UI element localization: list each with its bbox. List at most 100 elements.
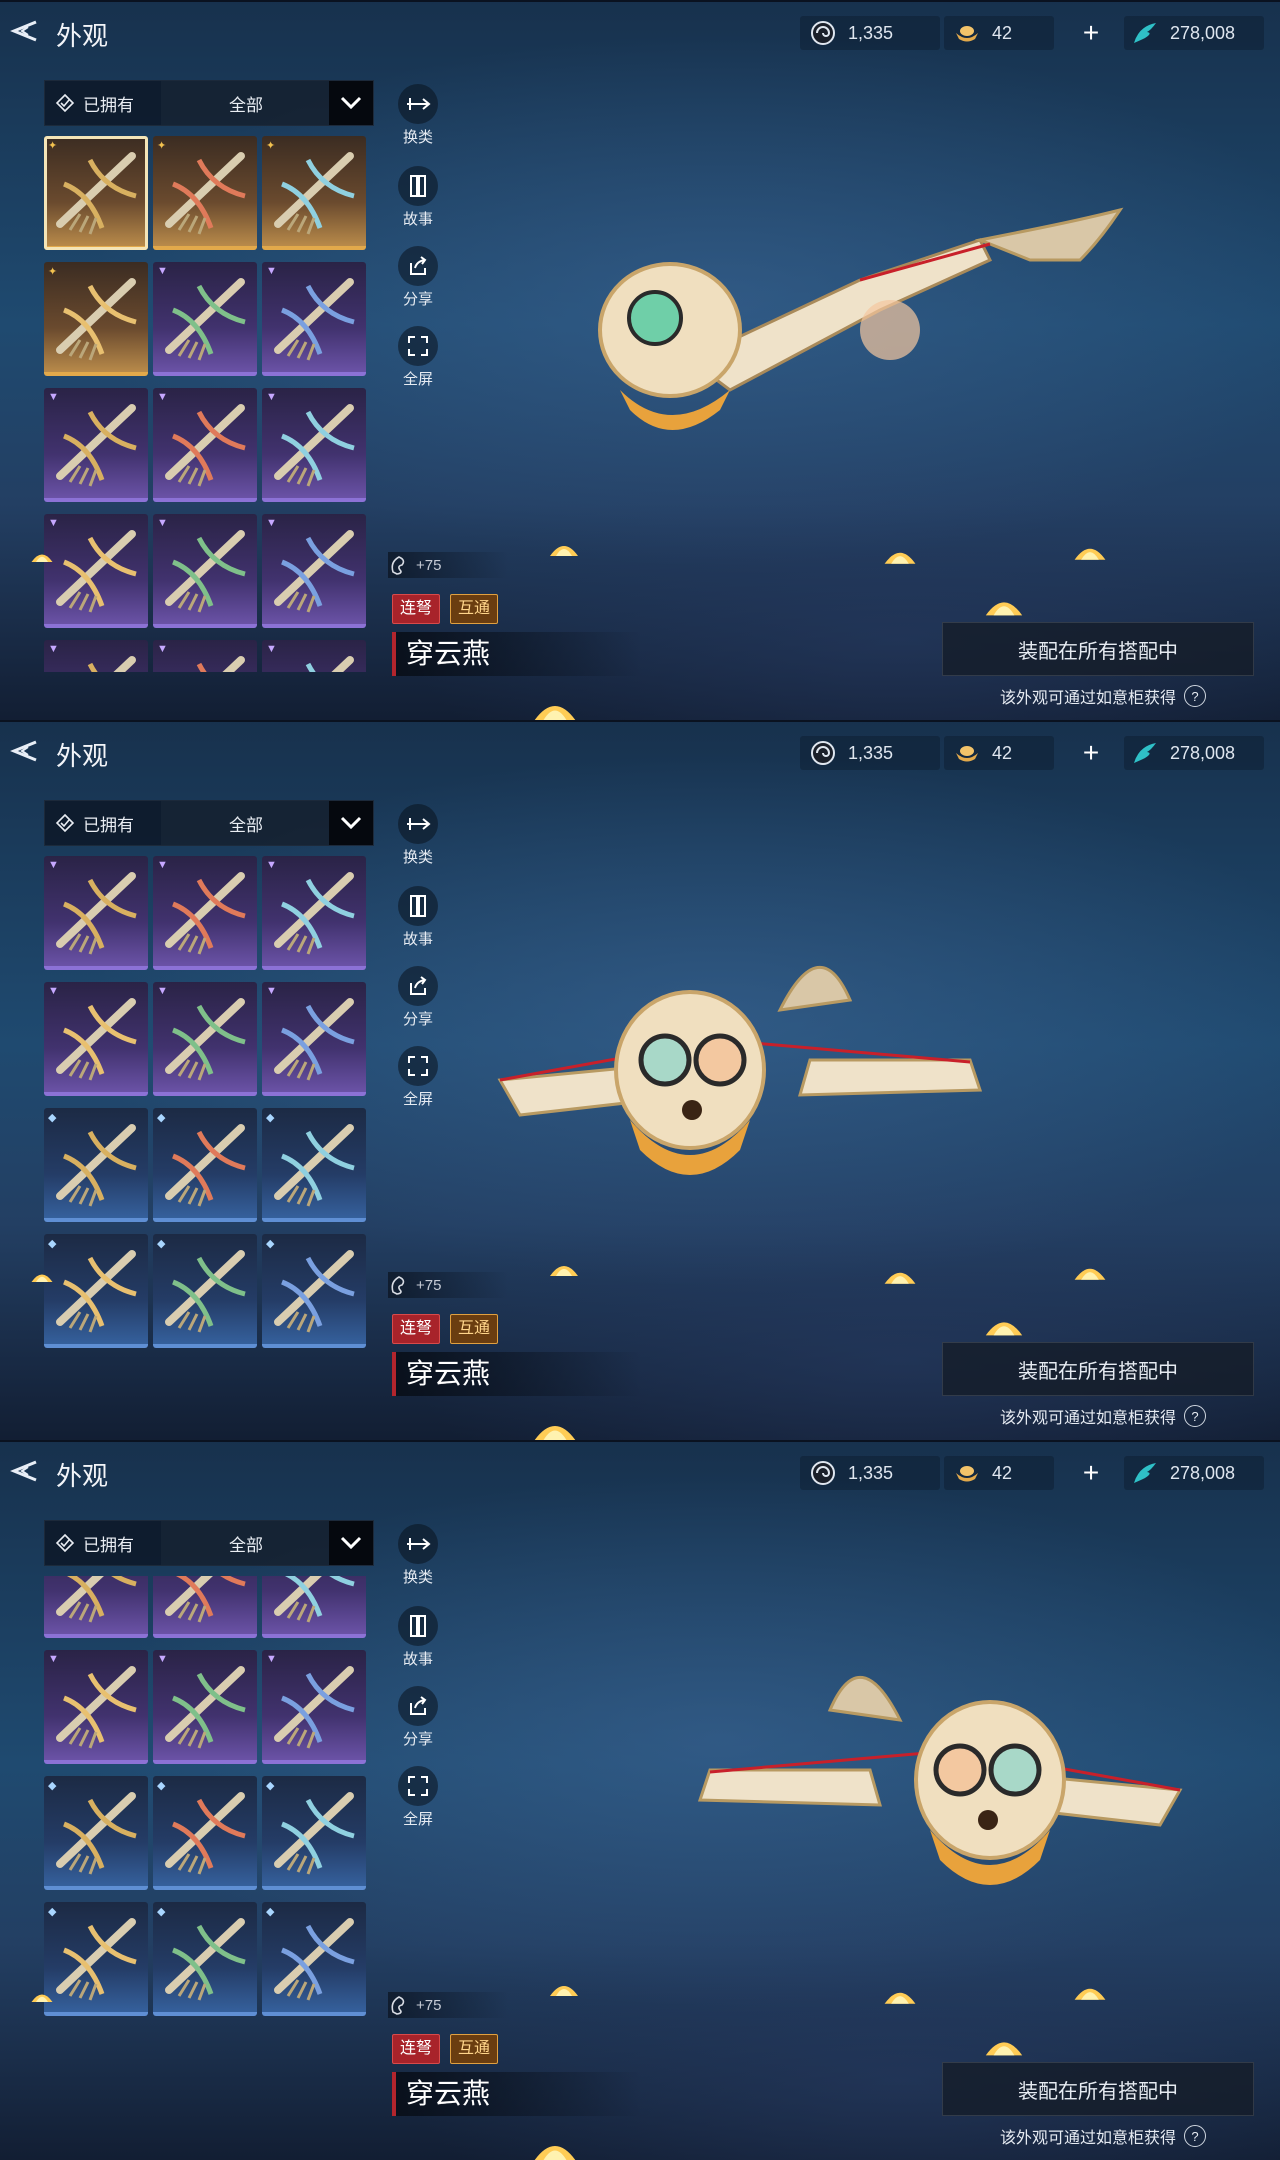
appearance-item[interactable]: ▼ bbox=[153, 856, 257, 970]
add-currency-button[interactable]: + bbox=[1076, 737, 1106, 768]
category-select[interactable]: 全部 bbox=[161, 81, 331, 125]
crossbow-thumbnail-icon bbox=[274, 998, 355, 1081]
switch-type-button[interactable]: 换类 bbox=[392, 804, 444, 867]
appearance-item[interactable]: ▼ bbox=[153, 514, 257, 628]
appearance-item[interactable]: ✦ bbox=[44, 136, 148, 250]
appearance-item[interactable]: ▼ bbox=[44, 514, 148, 628]
help-icon[interactable]: ? bbox=[1184, 2125, 1207, 2147]
owned-filter[interactable]: 已拥有 bbox=[45, 81, 167, 125]
right-limb bbox=[797, 1058, 983, 1097]
appearance-item[interactable]: ◆ bbox=[44, 1108, 148, 1222]
equip-all-button[interactable]: 装配在所有搭配中 bbox=[942, 2062, 1254, 2116]
crossbow-thumbnail-icon bbox=[165, 278, 246, 361]
appearance-item[interactable]: ▼ bbox=[262, 1576, 366, 1638]
story-button[interactable]: 故事 bbox=[392, 886, 444, 949]
appearance-item[interactable]: ▼ bbox=[153, 982, 257, 1096]
appearance-item[interactable]: ▼ bbox=[262, 640, 366, 672]
help-icon[interactable]: ? bbox=[1184, 685, 1207, 707]
category-select[interactable]: 全部 bbox=[161, 1521, 331, 1565]
owned-filter[interactable]: 已拥有 bbox=[45, 1521, 167, 1565]
story-button[interactable]: 故事 bbox=[392, 166, 444, 229]
crossbow-thumbnail-icon bbox=[56, 1918, 137, 2001]
fullscreen-button[interactable]: 全屏 bbox=[392, 1046, 444, 1109]
equip-all-button[interactable]: 装配在所有搭配中 bbox=[942, 622, 1254, 676]
appearance-item[interactable]: ▼ bbox=[44, 1650, 148, 1764]
appearance-item[interactable]: ◆ bbox=[153, 1234, 257, 1348]
currency-jade-value: 1,335 bbox=[848, 1462, 894, 1483]
swirl-coin-icon bbox=[808, 18, 838, 48]
appearance-screen: 外观 1,335 42 + 278,008 bbox=[0, 1440, 1280, 2160]
currency-feather: 278,008 bbox=[1130, 18, 1235, 48]
appearance-item[interactable]: ✦ bbox=[44, 262, 148, 376]
appearance-item[interactable]: ▼ bbox=[153, 640, 257, 672]
equip-all-button[interactable]: 装配在所有搭配中 bbox=[942, 1342, 1254, 1396]
appearance-item[interactable]: ◆ bbox=[262, 1108, 366, 1222]
fullscreen-button[interactable]: 全屏 bbox=[392, 326, 444, 389]
appearance-item[interactable]: ◆ bbox=[262, 1234, 366, 1348]
switch-type-button[interactable]: 换类 bbox=[392, 1524, 444, 1587]
help-icon[interactable]: ? bbox=[1184, 1405, 1207, 1427]
currency-gold-value: 42 bbox=[992, 742, 1013, 763]
item-grid: ✦ ✦ ✦ ✦ ▼ ▼ ▼ ▼ ▼ ▼ ▼ ▼ ▼ ▼ ▼ bbox=[44, 136, 374, 672]
add-currency-button[interactable]: + bbox=[1076, 17, 1106, 48]
appearance-item[interactable]: ▼ bbox=[262, 514, 366, 628]
add-currency-button[interactable]: + bbox=[1076, 1457, 1106, 1488]
appearance-item[interactable]: ◆ bbox=[44, 1902, 148, 2016]
appearance-item[interactable]: ▼ bbox=[262, 1650, 366, 1764]
switch-type-label: 换类 bbox=[402, 1569, 433, 1586]
share-button[interactable]: 分享 bbox=[392, 1686, 444, 1749]
appearance-item[interactable]: ▼ bbox=[262, 982, 366, 1096]
dropdown-button[interactable] bbox=[329, 81, 373, 125]
appearance-item[interactable]: ◆ bbox=[153, 1902, 257, 2016]
appearance-item[interactable]: ▼ bbox=[153, 388, 257, 502]
appearance-screen: 外观 1,335 42 + 278,008 bbox=[0, 720, 1280, 1440]
appearance-item[interactable]: ▼ bbox=[44, 640, 148, 672]
crossbow-model bbox=[598, 207, 1124, 430]
back-arrow-icon[interactable] bbox=[8, 14, 42, 48]
swirl-coin-icon bbox=[808, 738, 838, 768]
fullscreen-button[interactable]: 全屏 bbox=[392, 1766, 444, 1829]
share-button[interactable]: 分享 bbox=[392, 966, 444, 1029]
appearance-item[interactable]: ✦ bbox=[262, 136, 366, 250]
cross-platform-tag: 互通 bbox=[450, 2034, 499, 2064]
crossbow-thumbnail-icon bbox=[165, 1250, 246, 1333]
category-select[interactable]: 全部 bbox=[161, 801, 331, 845]
crossbow-thumbnail-icon bbox=[165, 1792, 246, 1875]
appearance-item[interactable]: ◆ bbox=[153, 1776, 257, 1890]
source-hint: 该外观可通过如意柜获得 ? bbox=[1000, 684, 1207, 708]
appearance-item[interactable]: ◆ bbox=[262, 1776, 366, 1890]
appearance-item[interactable]: ▼ bbox=[44, 388, 148, 502]
item-name: 穿云燕 bbox=[392, 2072, 642, 2116]
appearance-item[interactable]: ◆ bbox=[44, 1234, 148, 1348]
appearance-item[interactable]: ◆ bbox=[262, 1902, 366, 2016]
owl-eye-left bbox=[988, 1743, 1042, 1797]
appearance-item[interactable]: ▼ bbox=[262, 388, 366, 502]
owned-filter[interactable]: 已拥有 bbox=[45, 801, 167, 845]
owned-filter-label: 已拥有 bbox=[83, 815, 134, 835]
crossbow-thumbnail-icon bbox=[56, 278, 137, 361]
appearance-item[interactable]: ▼ bbox=[44, 982, 148, 1096]
appearance-item[interactable]: ▼ bbox=[153, 1650, 257, 1764]
appearance-item[interactable]: ▼ bbox=[153, 1576, 257, 1638]
owned-filter-label: 已拥有 bbox=[83, 95, 134, 115]
dropdown-button[interactable] bbox=[329, 801, 373, 845]
switch-type-button[interactable]: 换类 bbox=[392, 84, 444, 147]
dropdown-button[interactable] bbox=[329, 1521, 373, 1565]
appearance-item[interactable]: ▼ bbox=[44, 1576, 148, 1638]
story-button[interactable]: 故事 bbox=[392, 1606, 444, 1669]
story-label: 故事 bbox=[402, 211, 433, 228]
appearance-item[interactable]: ▼ bbox=[153, 262, 257, 376]
lotus-lantern-icon bbox=[884, 1272, 916, 1284]
appearance-item[interactable]: ✦ bbox=[153, 136, 257, 250]
appearance-item[interactable]: ◆ bbox=[44, 1776, 148, 1890]
share-button[interactable]: 分享 bbox=[392, 246, 444, 309]
appearance-item[interactable]: ▼ bbox=[262, 856, 366, 970]
appearance-item[interactable]: ▼ bbox=[44, 856, 148, 970]
item-name: 穿云燕 bbox=[392, 632, 642, 676]
appearance-item[interactable]: ◆ bbox=[153, 1108, 257, 1222]
appearance-item[interactable]: ▼ bbox=[262, 262, 366, 376]
right-limb bbox=[697, 1768, 883, 1807]
back-arrow-icon[interactable] bbox=[8, 1454, 42, 1488]
back-arrow-icon[interactable] bbox=[8, 734, 42, 768]
cross-platform-tag: 互通 bbox=[450, 1314, 499, 1344]
